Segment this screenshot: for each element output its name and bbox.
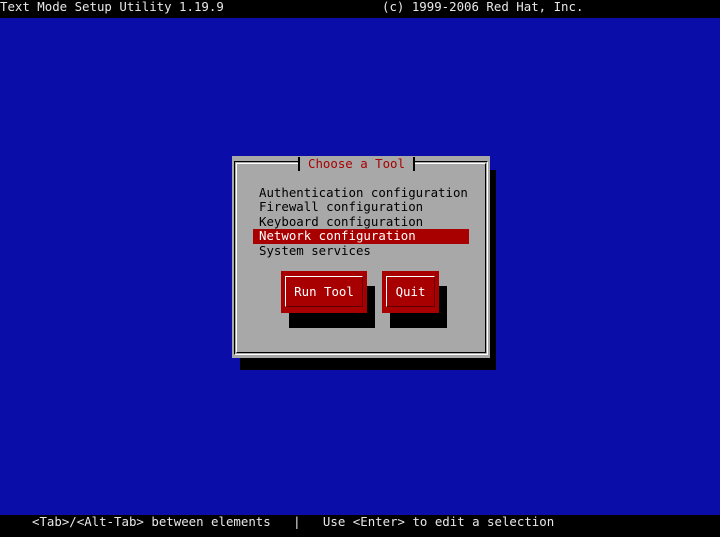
choose-tool-dialog: Choose a Tool Authentication configurati… [232,156,490,358]
tool-item-system-services[interactable]: System services [253,243,469,258]
help-text: <Tab>/<Alt-Tab> between elements | Use <… [32,514,555,529]
quit-label: Quit [395,283,426,299]
dialog-title: Choose a Tool [298,157,415,171]
run-tool-label: Run Tool [294,283,354,299]
tool-item-authentication[interactable]: Authentication configuration [253,185,469,200]
tool-item-network[interactable]: Network configuration [253,228,469,244]
tool-item-keyboard[interactable]: Keyboard configuration [253,214,469,229]
footer-bar: <Tab>/<Alt-Tab> between elements | Use <… [0,515,720,537]
tool-list[interactable]: Authentication configuration Firewall co… [253,185,469,258]
header-bar: Text Mode Setup Utility 1.19.9 (c) 1999-… [0,0,720,18]
quit-button[interactable]: Quit [382,271,439,313]
copyright-text: (c) 1999-2006 Red Hat, Inc. [382,0,584,14]
run-tool-button[interactable]: Run Tool [281,271,367,313]
tool-item-firewall[interactable]: Firewall configuration [253,200,469,214]
app-title: Text Mode Setup Utility 1.19.9 [0,0,224,14]
